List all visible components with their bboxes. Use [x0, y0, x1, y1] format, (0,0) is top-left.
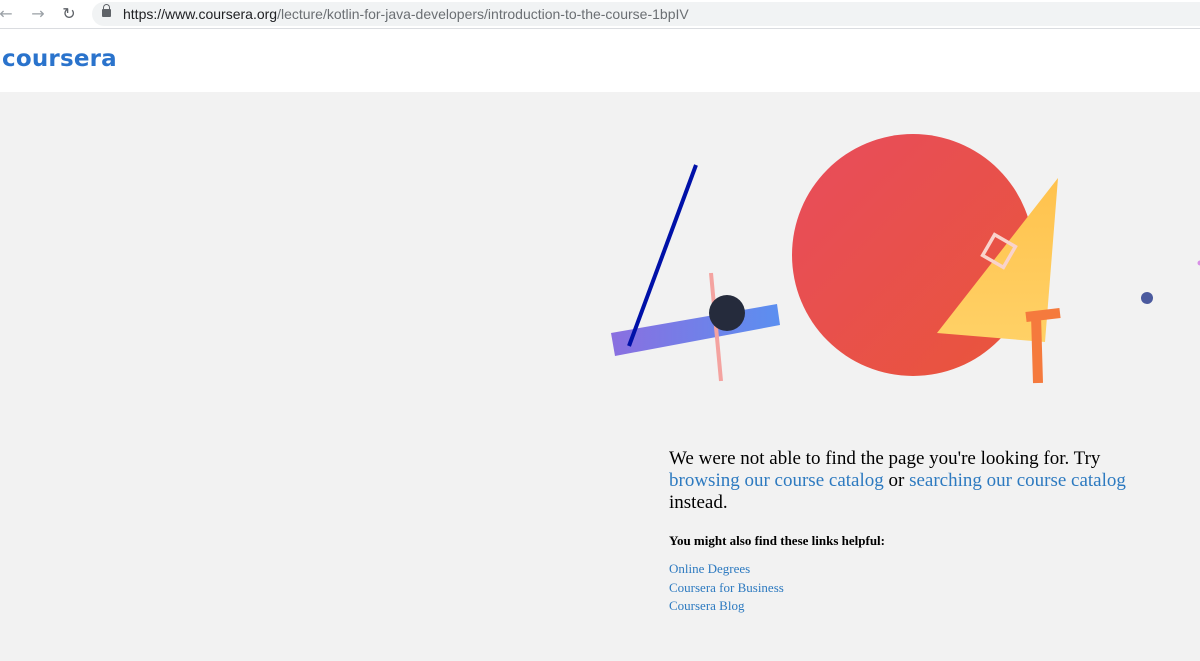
site-header: coursera — [0, 29, 1200, 92]
url-path: /lecture/kotlin-for-java-developers/intr… — [277, 6, 689, 22]
coursera-blog-link[interactable]: Coursera Blog — [669, 597, 784, 616]
coursera-for-business-link[interactable]: Coursera for Business — [669, 579, 784, 598]
url-host: https://www.coursera.org — [123, 6, 278, 22]
helpful-links-list: Online Degrees Coursera for Business Cou… — [669, 560, 784, 616]
lock-icon — [102, 4, 111, 17]
search-catalog-link[interactable]: searching our course catalog — [909, 470, 1126, 491]
small-dot-shape — [1141, 292, 1153, 304]
browser-chrome: ← → ↻ https://www.coursera.org/lecture/k… — [0, 0, 1200, 29]
dark-dot-shape — [709, 295, 745, 331]
online-degrees-link[interactable]: Online Degrees — [669, 560, 784, 579]
coursera-logo[interactable]: coursera — [2, 46, 117, 72]
reload-icon[interactable]: ↻ — [59, 4, 79, 24]
forward-arrow-icon[interactable]: → — [28, 4, 48, 24]
message-text-or: or — [888, 470, 905, 491]
not-found-message: We were not able to find the page you're… — [669, 448, 1159, 514]
helpful-links-heading: You might also find these links helpful: — [669, 533, 885, 548]
message-text-after: instead. — [669, 492, 728, 513]
url-text[interactable]: https://www.coursera.org/lecture/kotlin-… — [123, 5, 689, 23]
message-text-before: We were not able to find the page you're… — [669, 448, 1101, 469]
back-arrow-icon[interactable]: ← — [0, 4, 16, 24]
browse-catalog-link[interactable]: browsing our course catalog — [669, 470, 884, 491]
red-circle-shape — [792, 134, 1034, 376]
address-bar[interactable]: https://www.coursera.org/lecture/kotlin-… — [92, 2, 1200, 26]
404-illustration — [611, 134, 1200, 384]
blue-line-shape — [627, 164, 698, 347]
